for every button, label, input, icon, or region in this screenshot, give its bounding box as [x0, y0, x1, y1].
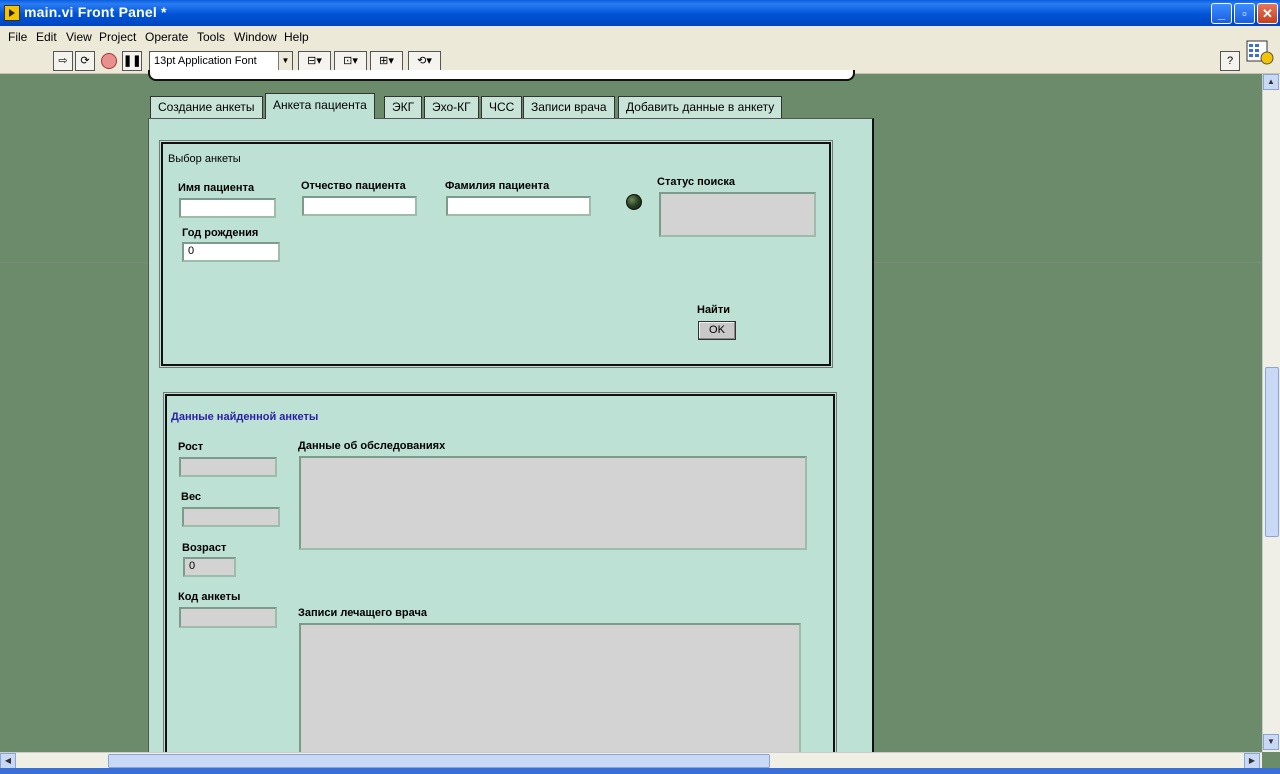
menu-bar: File Edit View Project Operate Tools Win… [0, 26, 1280, 48]
search-status-led-icon [626, 194, 642, 210]
height-label: Рост [178, 441, 204, 453]
height-display [179, 457, 277, 477]
find-label: Найти [697, 304, 730, 316]
birth-year-label: Год рождения [182, 227, 259, 239]
first-name-field[interactable] [179, 198, 276, 218]
menu-view[interactable]: View [66, 30, 92, 44]
form-code-display [179, 607, 277, 628]
run-continuously-icon[interactable]: ⟳ [75, 51, 95, 71]
menu-help[interactable]: Help [284, 30, 309, 44]
vi-palette-icon[interactable] [1246, 38, 1274, 66]
run-arrow-icon[interactable]: ⇨ [53, 51, 73, 71]
exams-label: Данные об обследованиях [298, 440, 446, 452]
patronymic-field[interactable] [302, 196, 417, 216]
vertical-scrollbar[interactable]: ▲ ▼ [1262, 74, 1280, 752]
tab-ecg[interactable]: ЭКГ [384, 96, 423, 118]
horizontal-scroll-thumb[interactable] [108, 754, 770, 768]
minimize-button[interactable]: _ [1211, 3, 1232, 24]
font-selector-value: 13pt Application Font [154, 55, 257, 67]
maximize-button[interactable]: ▫ [1234, 3, 1255, 24]
menu-file[interactable]: File [8, 30, 27, 44]
tab-doctor-notes[interactable]: Записи врача [523, 96, 615, 118]
doctor-notes-label: Записи лечащего врача [298, 607, 427, 619]
first-name-label: Имя пациента [178, 182, 255, 194]
scroll-right-icon[interactable]: ▶ [1244, 753, 1260, 769]
search-status-label: Статус поиска [657, 176, 735, 188]
menu-edit[interactable]: Edit [36, 30, 57, 44]
tab-echo-cg[interactable]: Эхо-КГ [424, 96, 479, 118]
window-title: main.vi Front Panel * [24, 4, 167, 20]
taskbar-strip [0, 768, 1280, 774]
pause-icon[interactable]: ❚❚ [122, 51, 142, 71]
age-display: 0 [183, 557, 236, 577]
reorder-icon[interactable]: ⟲▾ [408, 51, 441, 71]
search-group-title: Выбор анкеты [168, 153, 241, 165]
distribute-objects-icon[interactable]: ⊡▾ [334, 51, 367, 71]
horizontal-scrollbar[interactable]: ◀ ▶ [0, 752, 1262, 769]
vertical-scroll-thumb[interactable] [1265, 367, 1279, 537]
scroll-down-icon[interactable]: ▼ [1263, 734, 1279, 750]
tab-add-data[interactable]: Добавить данные в анкету [618, 96, 783, 118]
search-status-display [659, 192, 816, 237]
menu-window[interactable]: Window [234, 30, 277, 44]
tab-patient-form[interactable]: Анкета пациента [265, 93, 375, 119]
title-bar: main.vi Front Panel * _ ▫ ✕ [0, 0, 1280, 26]
menu-project[interactable]: Project [99, 30, 136, 44]
tab-heart-rate[interactable]: ЧСС [481, 96, 523, 118]
patronymic-label: Отчество пациента [301, 180, 406, 192]
form-code-label: Код анкеты [178, 591, 241, 603]
result-group-title: Данные найденной анкеты [171, 411, 319, 423]
weight-label: Вес [181, 491, 202, 503]
font-selector[interactable]: 13pt Application Font ▼ [149, 51, 293, 71]
menu-operate[interactable]: Operate [145, 30, 188, 44]
exams-display [299, 456, 807, 550]
weight-display [182, 507, 280, 527]
labview-vi-icon [4, 5, 20, 21]
find-ok-button[interactable]: OK [698, 321, 736, 340]
age-label: Возраст [182, 542, 227, 554]
context-help-icon[interactable]: ? [1220, 51, 1240, 71]
tab-create-form[interactable]: Создание анкеты [150, 96, 263, 118]
chevron-down-icon: ▼ [278, 52, 292, 70]
close-button[interactable]: ✕ [1257, 3, 1278, 24]
abort-icon[interactable] [101, 53, 117, 69]
scroll-up-icon[interactable]: ▲ [1263, 74, 1279, 90]
menu-tools[interactable]: Tools [197, 30, 225, 44]
birth-year-field[interactable]: 0 [182, 242, 280, 262]
align-objects-icon[interactable]: ⊟▾ [298, 51, 331, 71]
doctor-notes-display [299, 623, 801, 754]
resize-objects-icon[interactable]: ⊞▾ [370, 51, 403, 71]
decoration-frame [148, 70, 855, 81]
surname-label: Фамилия пациента [445, 180, 550, 192]
scroll-left-icon[interactable]: ◀ [0, 753, 16, 769]
surname-field[interactable] [446, 196, 591, 216]
